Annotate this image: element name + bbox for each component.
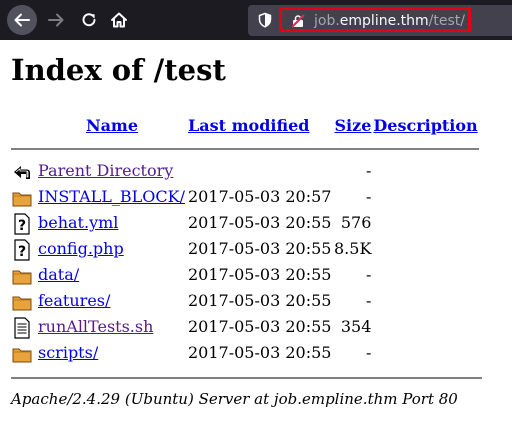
folder-icon <box>12 343 32 365</box>
url-prefix: job. <box>314 13 340 29</box>
last-modified-cell: 2017-05-03 20:55 <box>188 239 332 258</box>
table-row: Parent Directory - <box>11 158 479 184</box>
folder-icon <box>12 291 32 313</box>
table-row: scripts/ 2017-05-03 20:55 - <box>11 340 479 366</box>
last-modified-cell: 2017-05-03 20:55 <box>188 265 332 284</box>
description-cell <box>372 184 478 210</box>
shield-icon[interactable] <box>257 12 273 28</box>
table-row: ? config.php 2017-05-03 20:55 8.5K <box>11 236 479 262</box>
reload-button[interactable] <box>74 5 104 35</box>
home-button[interactable] <box>104 5 134 35</box>
file-link[interactable]: features/ <box>38 291 110 310</box>
sort-by-modified-link[interactable]: Last modified <box>188 116 309 135</box>
url-path: /test/ <box>428 13 465 29</box>
last-modified-cell: 2017-05-03 20:55 <box>188 291 332 310</box>
file-link[interactable]: Parent Directory <box>38 161 173 180</box>
header-divider-row <box>11 140 479 158</box>
description-cell <box>372 236 478 262</box>
size-cell: 8.5K <box>334 239 372 258</box>
last-modified-cell: 2017-05-03 20:55 <box>188 213 332 232</box>
file-link[interactable]: config.php <box>38 239 124 258</box>
home-icon <box>111 12 127 28</box>
svg-text:?: ? <box>18 244 26 260</box>
header-row: Name Last modified Size Description <box>11 112 479 140</box>
insecure-lock-icon[interactable] <box>291 14 305 28</box>
size-cell: 354 <box>340 317 372 336</box>
description-cell <box>372 262 478 288</box>
table-row: INSTALL_BLOCK/ 2017-05-03 20:57 - <box>11 184 479 210</box>
table-row: data/ 2017-05-03 20:55 - <box>11 262 479 288</box>
size-cell: - <box>366 187 372 206</box>
size-cell: - <box>366 291 372 310</box>
back-button[interactable] <box>7 5 37 35</box>
table-row: features/ 2017-05-03 20:55 - <box>11 288 479 314</box>
svg-text:?: ? <box>18 218 26 234</box>
description-cell <box>372 158 478 184</box>
arrow-right-icon <box>48 13 64 27</box>
text-file-icon <box>12 316 32 339</box>
unknown-file-icon: ? <box>12 212 32 235</box>
url-bar[interactable]: job.empline.thm/test/ <box>248 5 512 36</box>
last-modified-cell: 2017-05-03 20:55 <box>188 343 332 362</box>
folder-icon <box>12 265 32 287</box>
arrow-left-icon <box>14 13 30 27</box>
sort-by-name-link[interactable]: Name <box>86 116 138 135</box>
server-signature: Apache/2.4.29 (Ubuntu) Server at job.emp… <box>11 390 458 408</box>
last-modified-cell: 2017-05-03 20:57 <box>188 187 332 206</box>
size-cell: - <box>366 265 372 284</box>
description-cell <box>372 210 478 236</box>
page-title: Index of /test <box>11 53 226 87</box>
directory-listing: Name Last modified Size Description Pare… <box>11 112 479 366</box>
description-cell <box>372 288 478 314</box>
sort-by-size-link[interactable]: Size <box>335 116 372 135</box>
size-cell: - <box>366 343 372 362</box>
name-header: Name <box>37 112 187 140</box>
description-header: Description <box>372 112 478 140</box>
table-row: ? behat.yml 2017-05-03 20:55 576 <box>11 210 479 236</box>
description-cell <box>372 314 478 340</box>
file-link[interactable]: scripts/ <box>38 343 98 362</box>
size-cell: 576 <box>340 213 372 232</box>
footer-divider <box>11 377 482 379</box>
file-link[interactable]: runAllTests.sh <box>38 317 153 336</box>
sort-by-description-link[interactable]: Description <box>373 116 477 135</box>
file-link[interactable]: INSTALL_BLOCK/ <box>38 187 185 206</box>
folder-icon <box>12 187 32 209</box>
back-icon <box>12 161 32 183</box>
file-link[interactable]: data/ <box>38 265 79 284</box>
forward-button[interactable] <box>41 5 71 35</box>
unknown-file-icon: ? <box>12 238 32 261</box>
description-cell <box>372 340 478 366</box>
url-host: empline.thm <box>339 13 429 29</box>
header-divider <box>11 148 479 150</box>
size-header: Size <box>333 112 372 140</box>
file-link[interactable]: behat.yml <box>38 213 118 232</box>
last-modified-cell: 2017-05-03 20:55 <box>188 317 332 336</box>
reload-icon <box>82 13 96 27</box>
icon-header <box>11 112 37 140</box>
url-highlight-box: job.empline.thm/test/ <box>279 7 471 32</box>
size-cell: - <box>366 161 372 180</box>
table-row: runAllTests.sh 2017-05-03 20:55 354 <box>11 314 479 340</box>
last-modified-header: Last modified <box>187 112 333 140</box>
browser-toolbar: job.empline.thm/test/ <box>0 0 512 40</box>
url-text[interactable]: job.empline.thm/test/ <box>314 12 465 30</box>
last-modified-cell <box>187 158 333 184</box>
